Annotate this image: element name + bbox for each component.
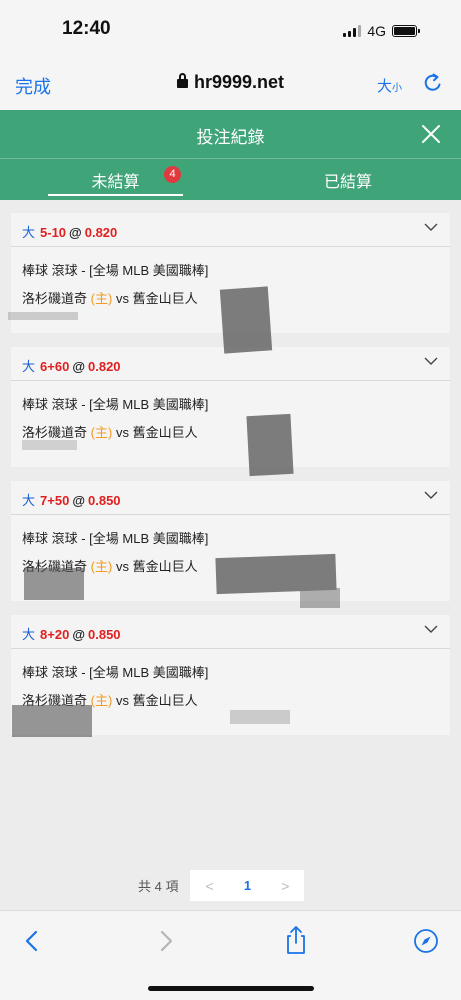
away-team: 舊金山巨人: [132, 291, 198, 306]
bet-side: 大: [22, 493, 36, 508]
status-indicators: 4G: [343, 23, 420, 39]
bet-odds: 0.850: [88, 627, 121, 642]
home-team: 洛杉磯道奇: [22, 693, 88, 708]
close-icon[interactable]: [419, 122, 443, 146]
reload-icon[interactable]: [421, 71, 445, 95]
browser-toolbar: 完成 hr9999.net 大小: [0, 62, 461, 110]
unsettled-count-badge: 4: [164, 166, 181, 183]
tab-settled[interactable]: 已結算: [283, 159, 413, 201]
home-team: 洛杉磯道奇: [22, 291, 88, 306]
tab-settled-label: 已結算: [323, 174, 372, 191]
prev-page-button[interactable]: <: [206, 878, 214, 894]
bet-at: @: [72, 359, 85, 374]
bet-league: 棒球 滾球 - [全場 MLB 美國職棒]: [22, 665, 209, 680]
bet-side: 大: [22, 225, 36, 240]
home-indicator: [148, 986, 314, 991]
bet-at: @: [69, 225, 82, 240]
bet-league: 棒球 滾球 - [全場 MLB 美國職棒]: [22, 397, 209, 412]
share-icon[interactable]: [283, 925, 309, 955]
network-label: 4G: [367, 23, 386, 39]
away-team: 舊金山巨人: [132, 425, 198, 440]
tab-unsettled[interactable]: 未結算 4: [48, 159, 183, 201]
home-tag: (主): [90, 559, 113, 574]
status-bar: 12:40 4G: [0, 0, 461, 62]
back-icon[interactable]: [20, 928, 46, 954]
home-tag: (主): [90, 693, 113, 708]
bet-handicap: 6+60: [40, 359, 70, 374]
bet-match: 洛杉磯道奇 (主) vs 舊金山巨人: [22, 690, 198, 709]
away-team: 舊金山巨人: [132, 559, 198, 574]
browser-bottom-toolbar: [0, 910, 461, 1000]
signal-icon: [343, 25, 362, 37]
bet-match: 洛杉磯道奇 (主) vs 舊金山巨人: [22, 422, 198, 441]
bet-league: 棒球 滾球 - [全場 MLB 美國職棒]: [22, 531, 209, 546]
bet-side: 大: [22, 359, 36, 374]
bet-line: 大 7+50 @0.850: [22, 490, 121, 509]
vs-label: vs: [115, 693, 129, 708]
bet-match: 洛杉磯道奇 (主) vs 舊金山巨人: [22, 556, 198, 575]
active-tab-indicator: [48, 194, 183, 196]
page-header: 投注紀錄: [0, 110, 461, 158]
vs-label: vs: [115, 291, 129, 306]
bet-at: @: [72, 627, 85, 642]
bet-line: 大 5-10 @0.820: [22, 222, 117, 241]
away-team: 舊金山巨人: [132, 693, 198, 708]
bet-card[interactable]: 大 6+60 @0.820 棒球 滾球 - [全場 MLB 美國職棒] 洛杉磯道奇 …: [11, 347, 450, 467]
bet-card[interactable]: 大 7+50 @0.850 棒球 滾球 - [全場 MLB 美國職棒] 洛杉磯道奇 …: [11, 481, 450, 601]
url-text: hr9999.net: [193, 72, 285, 92]
lock-icon: [176, 73, 188, 88]
pagination: 共 4 項 < 1 >: [138, 870, 305, 901]
vs-label: vs: [115, 425, 129, 440]
bet-line: 大 8+20 @0.850: [22, 624, 121, 643]
chevron-down-icon[interactable]: [424, 624, 438, 634]
bet-handicap: 8+20: [40, 627, 70, 642]
bet-card-header[interactable]: 大 5-10 @0.820: [11, 213, 450, 247]
bet-odds: 0.850: [88, 493, 121, 508]
forward-icon[interactable]: [152, 928, 178, 954]
bet-line: 大 6+60 @0.820: [22, 356, 121, 375]
tab-unsettled-label: 未結算: [91, 174, 140, 191]
current-page[interactable]: 1: [244, 878, 251, 893]
bet-match: 洛杉磯道奇 (主) vs 舊金山巨人: [22, 288, 198, 307]
bet-card-header[interactable]: 大 8+20 @0.850: [11, 615, 450, 649]
tab-bar: 未結算 4 已結算: [0, 158, 461, 200]
pager: < 1 >: [190, 870, 305, 901]
text-size-button[interactable]: 大小: [377, 75, 402, 96]
bet-league: 棒球 滾球 - [全場 MLB 美國職棒]: [22, 263, 209, 278]
home-team: 洛杉磯道奇: [22, 559, 88, 574]
bet-odds: 0.820: [88, 359, 121, 374]
bet-card[interactable]: 大 5-10 @0.820 棒球 滾球 - [全場 MLB 美國職棒] 洛杉磯道奇 …: [11, 213, 450, 333]
bet-card[interactable]: 大 8+20 @0.850 棒球 滾球 - [全場 MLB 美國職棒] 洛杉磯道奇 …: [11, 615, 450, 735]
page-title: 投注紀錄: [196, 128, 265, 147]
home-tag: (主): [90, 291, 113, 306]
bet-side: 大: [22, 627, 36, 642]
bet-odds: 0.820: [84, 225, 118, 240]
bet-at: @: [72, 493, 85, 508]
chevron-down-icon[interactable]: [424, 222, 438, 232]
chevron-down-icon[interactable]: [424, 490, 438, 500]
vs-label: vs: [115, 559, 129, 574]
bet-card-header[interactable]: 大 7+50 @0.850: [11, 481, 450, 515]
next-page-button[interactable]: >: [281, 878, 289, 894]
text-size-big: 大: [377, 78, 393, 95]
total-count: 共 4 項: [138, 879, 179, 894]
battery-icon: [392, 25, 420, 37]
bet-card-header[interactable]: 大 6+60 @0.820: [11, 347, 450, 381]
status-time: 12:40: [62, 18, 111, 39]
text-size-small: 小: [392, 83, 403, 94]
bet-handicap: 5-10: [40, 225, 67, 240]
home-team: 洛杉磯道奇: [22, 425, 88, 440]
home-tag: (主): [90, 425, 113, 440]
compass-icon[interactable]: [413, 928, 439, 954]
chevron-down-icon[interactable]: [424, 356, 438, 366]
bet-handicap: 7+50: [40, 493, 70, 508]
